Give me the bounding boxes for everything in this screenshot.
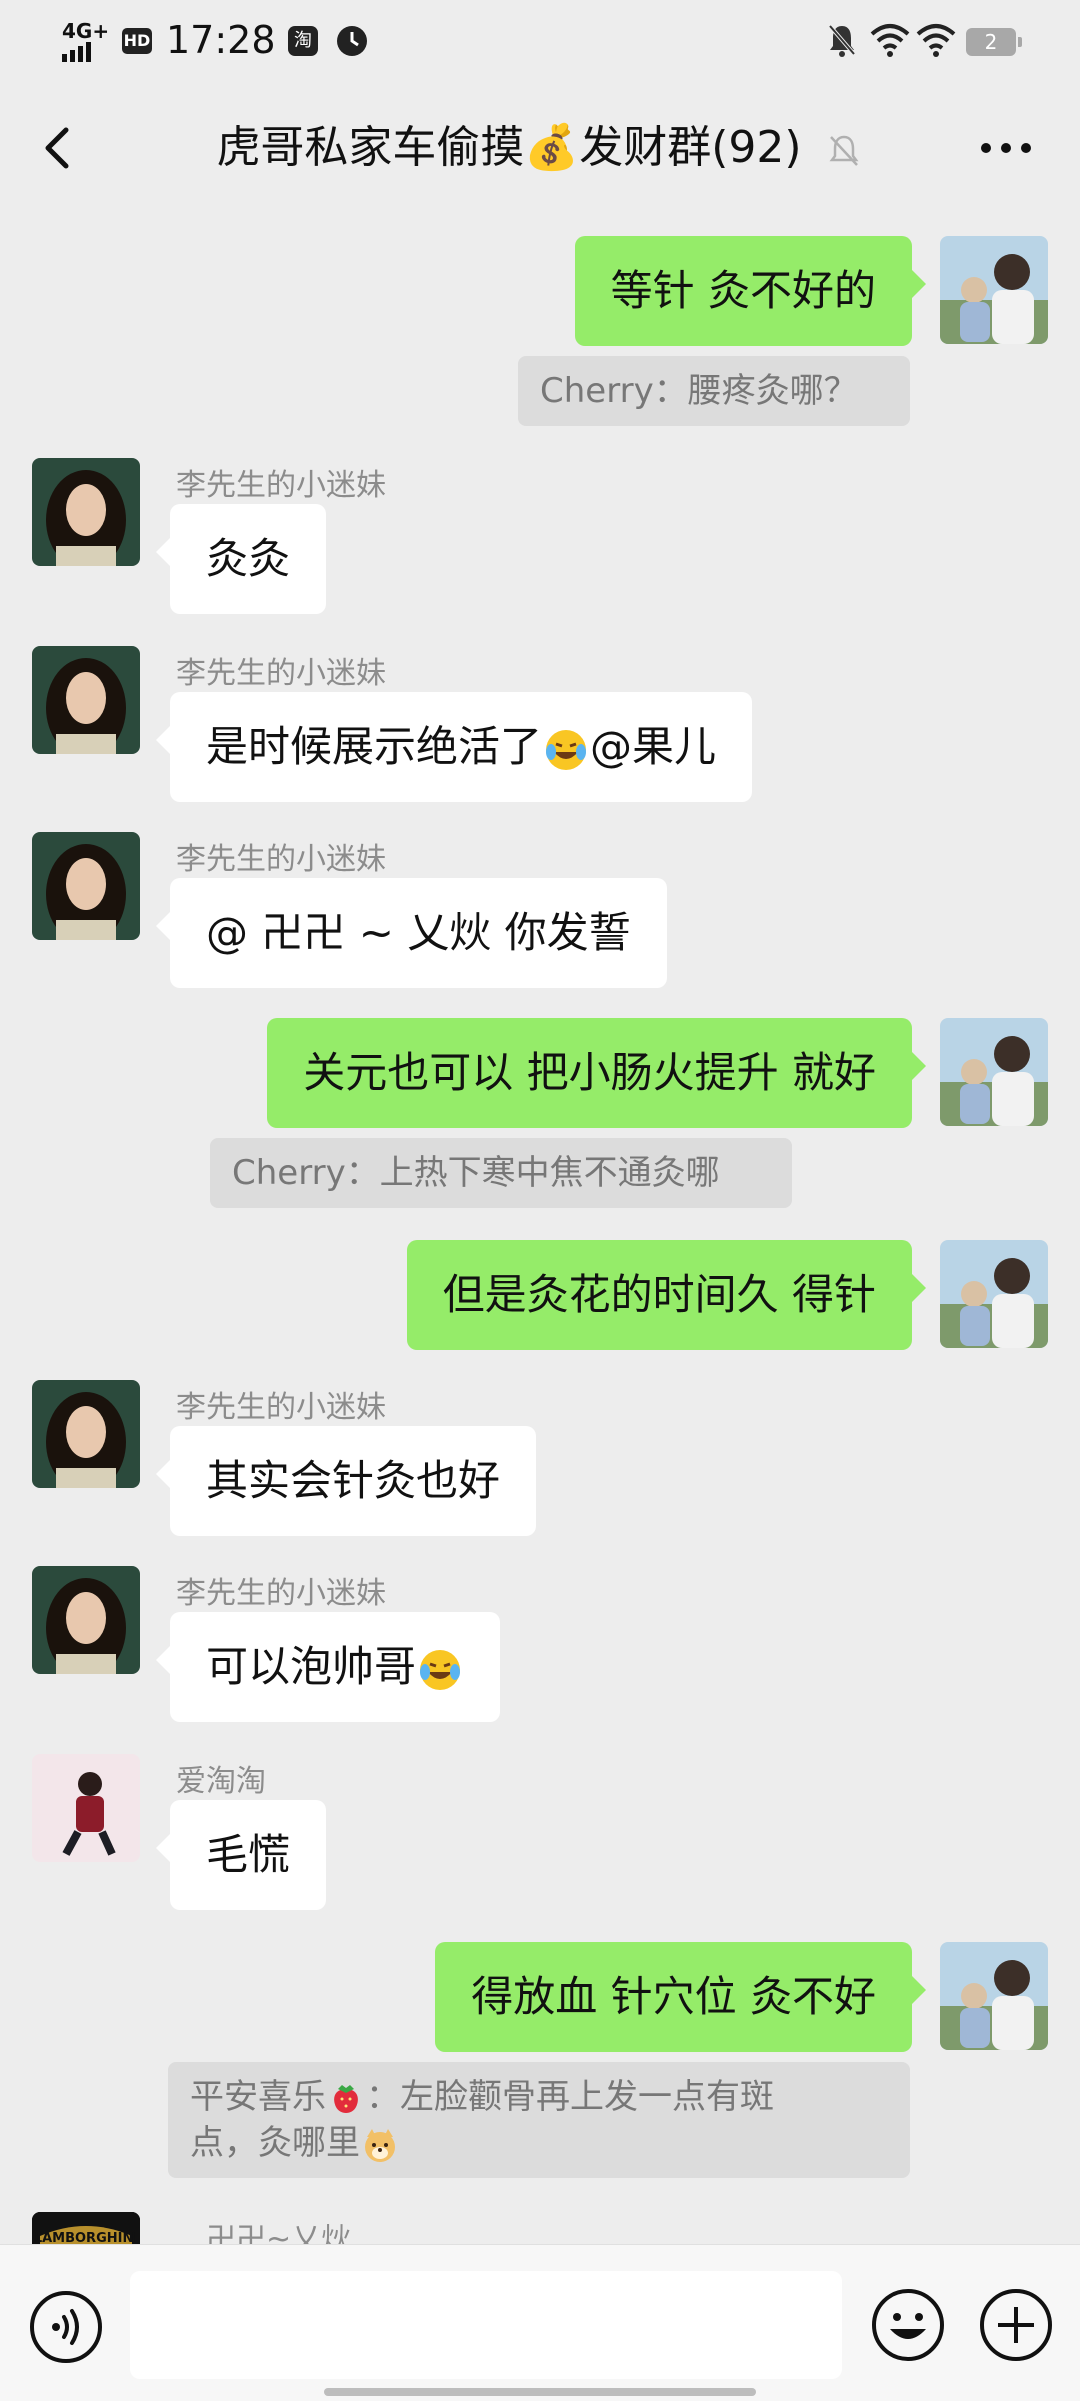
sender-name: 卍卍~乂炏: [206, 2222, 352, 2244]
sender-name: 李先生的小迷妹: [176, 468, 386, 503]
laugh-cry-emoji-icon: [546, 729, 587, 770]
message-text: 是时候展示绝活了: [206, 722, 543, 771]
network-indicator: 4G+: [62, 19, 110, 62]
doge-emoji-icon: [365, 2128, 395, 2162]
message-bubble-incoming[interactable]: 是时候展示绝活了 @果儿: [155, 692, 753, 802]
chat-header: 虎哥私家车偷摸💰发财群(92): [0, 80, 1080, 216]
sender-avatar[interactable]: [32, 646, 140, 754]
strawberry-emoji-icon: [334, 2084, 358, 2113]
chat-title-wrap: 虎哥私家车偷摸💰发财群(92): [0, 118, 1080, 178]
more-icon[interactable]: [976, 128, 1036, 168]
chat-title: 虎哥私家车偷摸💰发财群(92): [216, 122, 802, 173]
quote-text: ：左脸颧骨再上发一点有斑: [366, 2077, 774, 2117]
quote-sender: 平安喜乐: [190, 2077, 326, 2117]
voice-icon[interactable]: [28, 2289, 104, 2365]
plus-icon[interactable]: [978, 2287, 1054, 2363]
message-bubble-incoming[interactable]: 灸灸: [155, 504, 327, 614]
mute-icon: [829, 135, 859, 166]
message-text: 可以泡帅哥: [206, 1642, 417, 1691]
sender-name: 李先生的小迷妹: [176, 656, 386, 691]
message-bubble-incoming[interactable]: 毛慌: [155, 1800, 327, 1910]
signal-icon: [62, 42, 91, 62]
quote-text-2: 点，灸哪里: [190, 2123, 360, 2163]
status-bar: 4G+ HD 17:28 淘 2: [0, 0, 1080, 80]
input-toolbar: [0, 2244, 1080, 2401]
quoted-message[interactable]: Cherry：上热下寒中焦不通灸哪: [210, 1138, 792, 1208]
lamborghini-logo-text: LAMBORGHINI: [34, 2231, 138, 2244]
quote-line-1: 平安喜乐 ：左脸颧骨再上发一点有斑: [190, 2074, 888, 2120]
battery-icon: 2: [966, 28, 1022, 56]
quoted-message[interactable]: 平安喜乐 ：左脸颧骨再上发一点有斑 点，灸哪里: [168, 2062, 910, 2178]
network-label: 4G+: [62, 19, 110, 43]
emoji-icon[interactable]: [870, 2287, 946, 2363]
message-bubble-outgoing[interactable]: 关元也可以 把小肠火提升 就好: [267, 1018, 926, 1128]
quote-line-2: 点，灸哪里: [190, 2120, 888, 2166]
sender-avatar[interactable]: [32, 1380, 140, 1488]
sender-name: 李先生的小迷妹: [176, 1390, 386, 1425]
quoted-message[interactable]: Cherry：腰疼灸哪？: [518, 356, 910, 426]
sender-name: 李先生的小迷妹: [176, 1576, 386, 1611]
sender-avatar[interactable]: LAMBORGHINI: [32, 2212, 140, 2244]
message-input[interactable]: [130, 2271, 842, 2379]
mention-text: @果儿: [590, 722, 717, 771]
sender-avatar[interactable]: [32, 458, 140, 566]
wifi-icon-1: [870, 24, 910, 57]
my-avatar[interactable]: [940, 1240, 1048, 1348]
my-avatar[interactable]: [940, 1018, 1048, 1126]
home-indicator[interactable]: [324, 2388, 756, 2396]
message-bubble-incoming[interactable]: 可以泡帅哥: [155, 1612, 501, 1722]
wifi-icon-2: [916, 24, 956, 57]
message-bubble-incoming[interactable]: @ 卍卍 ~ 乂炏 你发誓: [156, 878, 667, 988]
hd-badge: HD: [122, 28, 152, 54]
sender-avatar[interactable]: [32, 1566, 140, 1674]
message-bubble-incoming[interactable]: 其实会针灸也好: [155, 1426, 537, 1536]
message-bubble-outgoing[interactable]: 但是灸花的时间久 得针: [406, 1240, 927, 1350]
sender-name: 爱淘淘: [176, 1764, 266, 1799]
notification-icon: [337, 26, 367, 56]
taobao-icon: 淘: [288, 26, 318, 56]
my-avatar[interactable]: [940, 236, 1048, 344]
mute-bell-icon: [828, 24, 856, 57]
sender-name: 李先生的小迷妹: [176, 842, 386, 877]
chat-message-list[interactable]: 等针 灸不好的 Cherry：腰疼灸哪？ 李先生的小迷妹 灸灸 李先生的小迷妹 …: [0, 216, 1080, 2244]
my-avatar[interactable]: [940, 1942, 1048, 2050]
message-bubble-outgoing[interactable]: 等针 灸不好的: [574, 236, 927, 346]
status-time: 17:28: [166, 18, 276, 62]
sender-avatar[interactable]: [32, 1754, 140, 1862]
laugh-cry-emoji-icon: [420, 1649, 461, 1690]
sender-avatar[interactable]: [32, 832, 140, 940]
message-bubble-outgoing[interactable]: 得放血 针穴位 灸不好: [435, 1942, 926, 2052]
